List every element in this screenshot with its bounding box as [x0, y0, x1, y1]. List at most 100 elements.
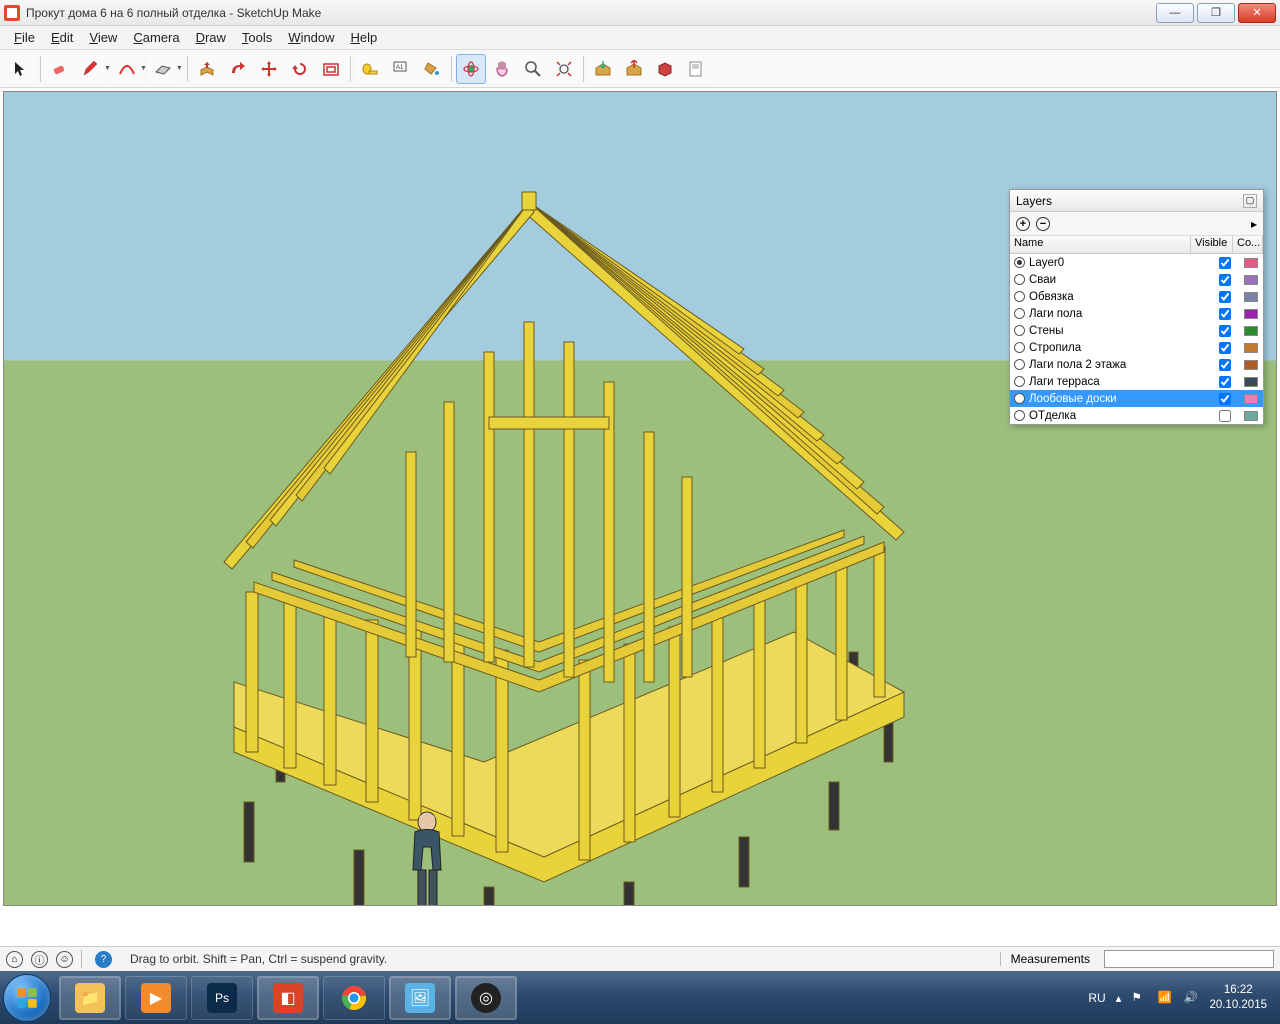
layer-row[interactable]: Обвязка — [1010, 288, 1263, 305]
layer-active-radio[interactable] — [1014, 359, 1025, 370]
menu-tools[interactable]: Tools — [234, 28, 280, 47]
send-to-layout-tool[interactable] — [681, 54, 711, 84]
layer-visible-checkbox[interactable] — [1206, 308, 1244, 320]
menu-file[interactable]: File — [6, 28, 43, 47]
extension-warehouse-tool[interactable] — [650, 54, 680, 84]
start-button[interactable] — [3, 974, 51, 1022]
menu-help[interactable]: Help — [343, 28, 386, 47]
layer-row[interactable]: Layer0 — [1010, 254, 1263, 271]
layer-row[interactable]: Стены — [1010, 322, 1263, 339]
menu-draw[interactable]: Draw — [188, 28, 234, 47]
layer-row[interactable]: Стропила — [1010, 339, 1263, 356]
task-explorer[interactable]: 📁 — [59, 976, 121, 1020]
layer-row[interactable]: Сваи — [1010, 271, 1263, 288]
task-chrome[interactable] — [323, 976, 385, 1020]
layers-panel[interactable]: Layers ▢ + − ▸ Name Visible Co... Layer0… — [1009, 189, 1264, 425]
offset-tool[interactable] — [316, 54, 346, 84]
layer-row[interactable]: Лообовые доски — [1010, 390, 1263, 407]
layer-color-swatch[interactable] — [1244, 258, 1258, 268]
layer-active-radio[interactable] — [1014, 342, 1025, 353]
minimize-button[interactable]: — — [1156, 3, 1194, 23]
layer-visible-checkbox[interactable] — [1206, 257, 1244, 269]
add-layer-button[interactable]: + — [1016, 217, 1030, 231]
move-tool[interactable] — [254, 54, 284, 84]
layer-active-radio[interactable] — [1014, 410, 1025, 421]
select-tool[interactable] — [6, 54, 36, 84]
zoom-extents-tool[interactable] — [549, 54, 579, 84]
push-pull-tool[interactable] — [192, 54, 222, 84]
close-icon[interactable]: ▢ — [1243, 194, 1257, 208]
layer-active-radio[interactable] — [1014, 291, 1025, 302]
eraser-tool[interactable] — [45, 54, 75, 84]
layer-color-swatch[interactable] — [1244, 309, 1258, 319]
measurements-input[interactable] — [1104, 950, 1274, 968]
rotate-tool[interactable] — [285, 54, 315, 84]
language-indicator[interactable]: RU — [1088, 991, 1105, 1005]
3dwarehouse-get-tool[interactable] — [588, 54, 618, 84]
layer-options-icon[interactable]: ▸ — [1251, 217, 1257, 231]
pencil-tool[interactable] — [76, 54, 106, 84]
task-obs[interactable]: ◎ — [455, 976, 517, 1020]
arc-tool[interactable] — [112, 54, 142, 84]
layer-visible-checkbox[interactable] — [1206, 410, 1244, 422]
maximize-button[interactable]: ❐ — [1197, 3, 1235, 23]
layer-active-radio[interactable] — [1014, 376, 1025, 387]
layer-color-swatch[interactable] — [1244, 411, 1258, 421]
close-button[interactable]: ✕ — [1238, 3, 1276, 23]
layer-color-swatch[interactable] — [1244, 343, 1258, 353]
remove-layer-button[interactable]: − — [1036, 217, 1050, 231]
geolocation-icon[interactable]: ⌂ — [6, 951, 23, 968]
rectangle-tool[interactable] — [148, 54, 178, 84]
layer-visible-checkbox[interactable] — [1206, 291, 1244, 303]
tape-measure-tool[interactable] — [355, 54, 385, 84]
layer-color-swatch[interactable] — [1244, 377, 1258, 387]
layer-active-radio[interactable] — [1014, 325, 1025, 336]
task-sketchup[interactable]: ◧ — [257, 976, 319, 1020]
layer-color-swatch[interactable] — [1244, 360, 1258, 370]
layer-row[interactable]: ОТделка — [1010, 407, 1263, 424]
clock[interactable]: 16:22 20.10.2015 — [1209, 983, 1267, 1012]
layer-visible-checkbox[interactable] — [1206, 376, 1244, 388]
layer-color-swatch[interactable] — [1244, 326, 1258, 336]
layer-row[interactable]: Лаги пола — [1010, 305, 1263, 322]
volume-icon[interactable]: 🔊 — [1183, 990, 1199, 1006]
menu-edit[interactable]: Edit — [43, 28, 81, 47]
layer-color-swatch[interactable] — [1244, 292, 1258, 302]
layer-visible-checkbox[interactable] — [1206, 325, 1244, 337]
menu-camera[interactable]: Camera — [125, 28, 187, 47]
action-center-icon[interactable]: ⚑ — [1131, 990, 1147, 1006]
layer-row[interactable]: Лаги пола 2 этажа — [1010, 356, 1263, 373]
3d-viewport[interactable]: Layers ▢ + − ▸ Name Visible Co... Layer0… — [4, 92, 1276, 905]
layer-visible-checkbox[interactable] — [1206, 342, 1244, 354]
follow-me-tool[interactable] — [223, 54, 253, 84]
layer-active-radio[interactable] — [1014, 308, 1025, 319]
column-color[interactable]: Co... — [1233, 236, 1263, 253]
task-photoshop[interactable]: Ps — [191, 976, 253, 1020]
layer-visible-checkbox[interactable] — [1206, 274, 1244, 286]
paint-bucket-tool[interactable] — [417, 54, 447, 84]
layer-visible-checkbox[interactable] — [1206, 359, 1244, 371]
dropdown-icon[interactable]: ▼ — [140, 65, 147, 72]
credits-icon[interactable]: ⓘ — [31, 951, 48, 968]
layer-active-radio[interactable] — [1014, 393, 1025, 404]
user-icon[interactable]: ☺ — [56, 951, 73, 968]
layers-panel-titlebar[interactable]: Layers ▢ — [1010, 190, 1263, 212]
column-visible[interactable]: Visible — [1191, 236, 1233, 253]
pan-tool[interactable] — [487, 54, 517, 84]
layer-visible-checkbox[interactable] — [1206, 393, 1244, 405]
task-media-player[interactable]: ▶ — [125, 976, 187, 1020]
layer-active-radio[interactable] — [1014, 274, 1025, 285]
dropdown-icon[interactable]: ▼ — [104, 65, 111, 72]
column-name[interactable]: Name — [1010, 236, 1191, 253]
network-icon[interactable]: 📶 — [1157, 990, 1173, 1006]
text-tool[interactable]: A1 — [386, 54, 416, 84]
help-icon[interactable]: ? — [95, 951, 112, 968]
layer-active-radio[interactable] — [1014, 257, 1025, 268]
layer-color-swatch[interactable] — [1244, 275, 1258, 285]
layer-row[interactable]: Лаги терраса — [1010, 373, 1263, 390]
menu-window[interactable]: Window — [280, 28, 342, 47]
layer-color-swatch[interactable] — [1244, 394, 1258, 404]
3dwarehouse-share-tool[interactable] — [619, 54, 649, 84]
show-hidden-icons[interactable]: ▴ — [1116, 991, 1122, 1005]
menu-view[interactable]: View — [81, 28, 125, 47]
